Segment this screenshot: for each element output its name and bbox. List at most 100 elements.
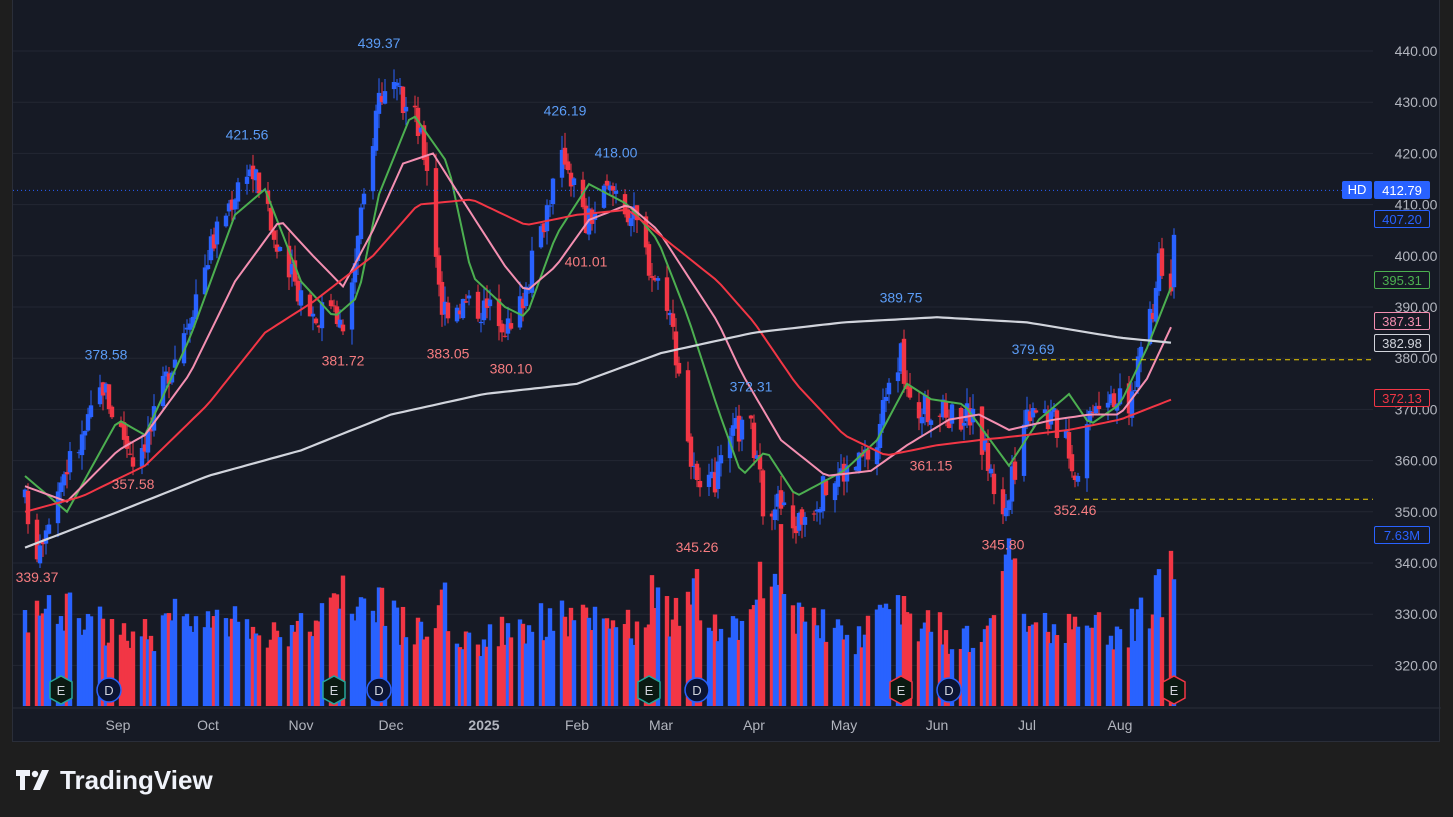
candle-body: [106, 384, 112, 410]
candle-body: [646, 244, 652, 276]
y-tick-label: 330.00: [1395, 606, 1438, 622]
candle-body: [25, 490, 31, 525]
candle-body: [1030, 408, 1036, 418]
candle-body: [82, 430, 88, 436]
candle-body: [268, 207, 274, 231]
candle-body: [46, 524, 52, 534]
volume-bar: [970, 647, 976, 706]
candle-body: [445, 302, 451, 319]
volume-bar: [193, 616, 199, 706]
event-marker-label: D: [944, 683, 953, 698]
candle-body: [244, 176, 250, 184]
x-tick-label: Feb: [565, 717, 589, 733]
candle-body: [811, 513, 817, 515]
candle-body: [781, 502, 787, 506]
annotation-low: 345.26: [676, 539, 719, 555]
annotation-low: 361.15: [910, 458, 953, 474]
volume-bar: [403, 637, 409, 706]
x-tick-label: Nov: [289, 717, 314, 733]
x-tick-label: May: [831, 717, 857, 733]
candle-body: [205, 265, 211, 270]
y-tick-label: 440.00: [1395, 43, 1438, 59]
candle-body: [565, 161, 571, 171]
event-marker-label: E: [57, 683, 66, 698]
candle-body: [916, 402, 922, 419]
volume-bar: [256, 635, 262, 706]
candle-body: [649, 276, 655, 278]
candlestick-chart[interactable]: 378.58 357.58 339.37 421.56 381.72 439.37 383.…: [13, 0, 1441, 742]
candle-body: [1096, 405, 1102, 410]
event-marker-label: D: [104, 683, 113, 698]
volume-bar: [1138, 597, 1144, 706]
x-tick-label: Aug: [1108, 717, 1133, 733]
candle-body: [61, 474, 67, 486]
x-tick-label: Mar: [649, 717, 673, 733]
volume-bar: [571, 620, 577, 706]
volume-bar: [823, 641, 829, 706]
candle-body: [1084, 424, 1090, 479]
candle-body: [277, 246, 283, 252]
candle-body: [715, 461, 721, 489]
candle-body: [1054, 410, 1060, 439]
candle-body: [835, 475, 841, 487]
dividend-marker-icon: D: [684, 677, 710, 703]
annotation-high: 439.37: [358, 35, 401, 51]
candle-body: [88, 405, 94, 418]
volume-bar: [1075, 626, 1081, 706]
volume-bar: [130, 631, 136, 706]
event-marker-label: E: [1170, 683, 1179, 698]
volume-bar: [1117, 629, 1123, 706]
volume-bar: [361, 598, 367, 706]
candle-body: [961, 422, 967, 426]
volume-bar: [508, 637, 514, 706]
candle-body: [310, 313, 316, 317]
y-tick-label: 360.00: [1395, 453, 1438, 469]
candle-body: [571, 178, 577, 186]
y-axis: 440.00430.00420.00410.00400.00390.00380.…: [1395, 43, 1438, 673]
candle-body: [466, 295, 472, 299]
candle-body: [502, 335, 508, 337]
candle-body: [358, 207, 364, 240]
chart-pane[interactable]: 378.58 357.58 339.37 421.56 381.72 439.37 383.…: [12, 0, 1441, 742]
y-tick-label: 350.00: [1395, 504, 1438, 520]
x-tick-label: Sep: [106, 717, 131, 733]
candle-body: [748, 415, 754, 419]
annotation-high: 421.56: [226, 126, 269, 142]
event-marker-label: E: [645, 683, 654, 698]
candle-body: [655, 278, 661, 281]
volume-bar: [529, 631, 535, 706]
candle-body: [313, 318, 319, 324]
candle-body: [1075, 476, 1081, 482]
ma-line-sma_slow: [24, 198, 1172, 513]
volume-bar: [802, 621, 808, 706]
volume-bar: [424, 636, 430, 706]
annotation-high: 389.75: [880, 289, 923, 305]
candle-body: [928, 420, 934, 425]
annotation-low: 357.58: [112, 476, 155, 492]
candle-body: [1105, 402, 1111, 408]
candle-body: [751, 422, 757, 458]
volume-bar: [613, 627, 619, 706]
x-tick-label: Oct: [197, 717, 219, 733]
price-label-sma_mid: 387.31: [1374, 311, 1430, 330]
volume-bar: [172, 598, 178, 706]
annotation-low: 401.01: [565, 254, 608, 270]
tradingview-logo-icon: [16, 770, 49, 790]
candle-body: [895, 372, 901, 382]
x-axis: Sep Oct Nov Dec 2025 Feb Mar Apr May Jun Jul Aug: [13, 707, 1441, 733]
earnings-marker-icon: E: [637, 675, 661, 705]
volume-bar: [466, 632, 472, 706]
candle-body: [436, 255, 442, 285]
candle-body: [109, 406, 115, 418]
annotation-high: 426.19: [544, 103, 587, 119]
candle-body: [802, 517, 808, 525]
candle-body: [475, 291, 481, 319]
candle-body: [508, 323, 514, 329]
candle-body: [943, 402, 949, 418]
y-tick-label: 430.00: [1395, 94, 1438, 110]
candle-body: [235, 182, 241, 202]
earnings-marker-icon: E: [49, 675, 73, 705]
volume-bar: [151, 651, 157, 706]
volume-bar: [1096, 612, 1102, 706]
volume-bar: [1012, 558, 1018, 706]
